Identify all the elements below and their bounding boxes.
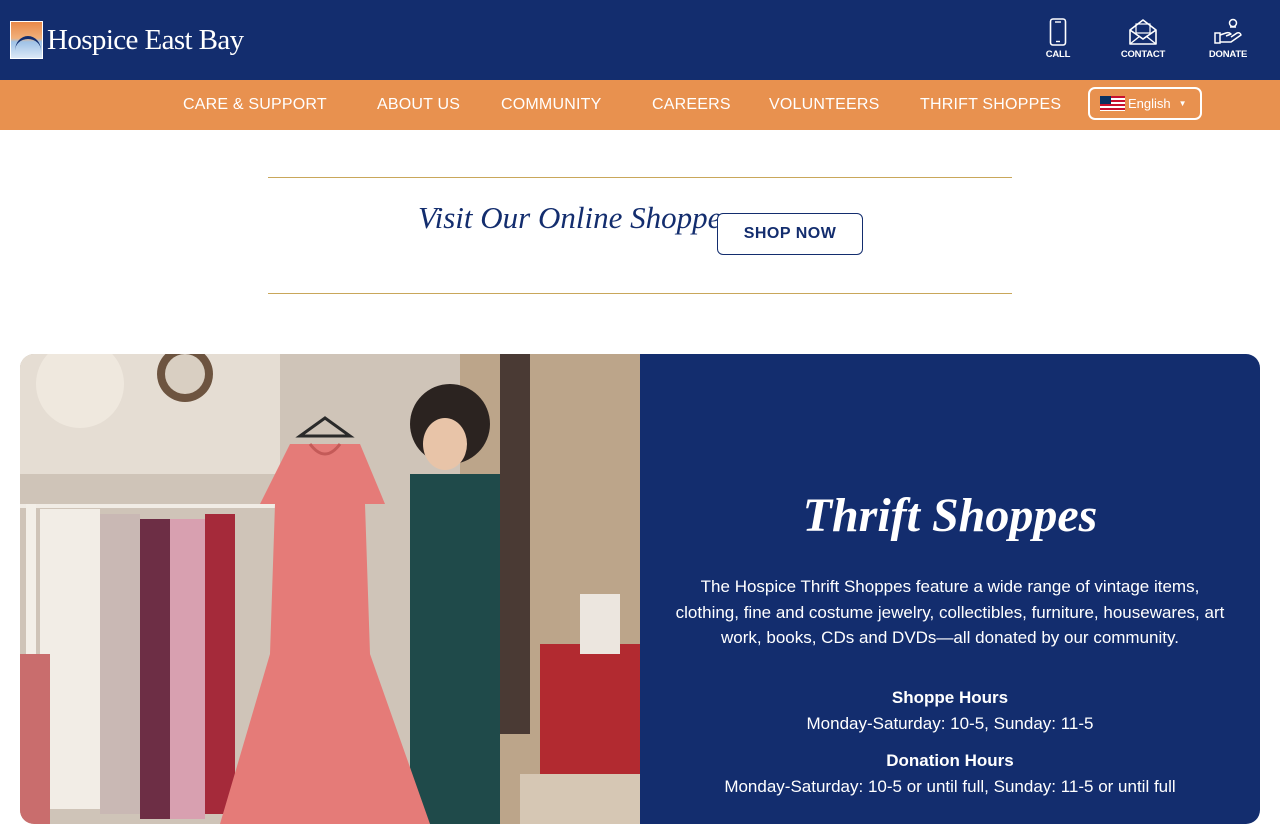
phone-icon [1049,18,1067,46]
nav-volunteers[interactable]: VOLUNTEERS [769,96,879,114]
nav-about-us[interactable]: ABOUT US [377,96,460,114]
site-logo[interactable]: Hospice East Bay [10,21,244,59]
donation-hours-text: Monday-Saturday: 10-5 or until full, Sun… [724,777,1176,796]
language-selector[interactable]: English ▼ [1088,87,1202,120]
call-link[interactable]: CALL [1028,18,1088,60]
thrift-shop-photo [20,354,640,824]
caret-down-icon: ▼ [1178,99,1187,108]
logo-text: Hospice East Bay [47,23,244,56]
nav-careers[interactable]: CAREERS [652,96,731,114]
feature-title: Thrift Shoppes [802,489,1098,542]
feature-description: The Hospice Thrift Shoppes feature a wid… [675,577,1225,647]
us-flag-icon [1100,96,1125,111]
shoppe-hours-heading: Shoppe Hours [891,688,1009,707]
thrift-shoppes-info: Thrift Shoppes The Hospice Thrift Shoppe… [640,354,1260,824]
donate-label: DONATE [1208,49,1248,60]
divider-bottom [268,293,1012,294]
envelope-icon [1129,19,1157,45]
photo-illustration [20,354,640,824]
promo-title: Visit Our Online Shoppe [418,200,722,235]
nav-thrift-shoppes[interactable]: THRIFT SHOPPES [920,96,1061,114]
nav-community[interactable]: COMMUNITY [501,96,601,114]
language-label: English [1128,96,1171,111]
shoppe-hours-text: Monday-Saturday: 10-5, Sunday: 11-5 [806,714,1094,733]
donation-hours-heading: Donation Hours [886,751,1014,770]
nav-care-support[interactable]: CARE & SUPPORT [183,96,327,114]
donate-hand-icon [1214,18,1242,44]
donate-link[interactable]: DONATE [1198,18,1258,60]
contact-label: CONTACT [1120,49,1166,60]
contact-link[interactable]: CONTACT [1113,18,1173,60]
logo-mark-icon [10,21,43,59]
shop-now-button[interactable]: SHOP NOW [717,213,863,255]
main-nav: CARE & SUPPORT ABOUT US COMMUNITY CAREER… [0,80,1280,130]
site-header: Hospice East Bay CALL CONTACT DONATE [0,0,1280,80]
divider-top [268,177,1012,178]
thrift-shoppes-card: Thrift Shoppes The Hospice Thrift Shoppe… [20,354,1260,824]
call-label: CALL [1045,49,1071,60]
